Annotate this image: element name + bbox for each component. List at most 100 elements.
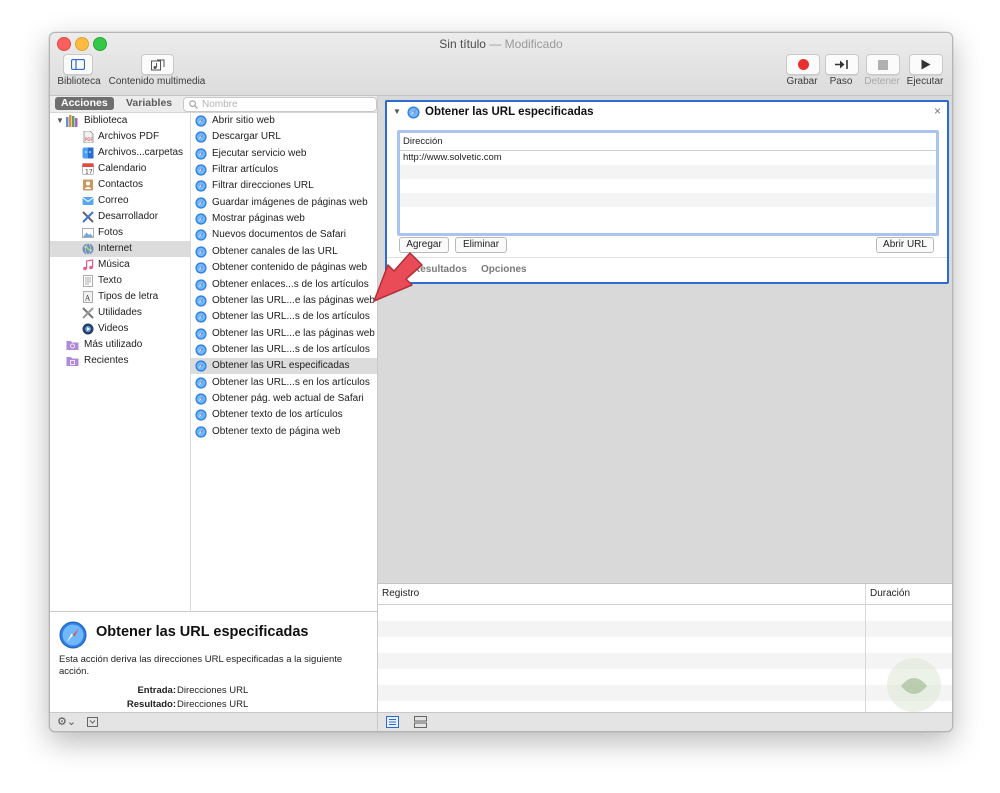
action-item[interactable]: Obtener las URL...s en los artículos	[191, 375, 377, 391]
category-item[interactable]: ▼ Biblioteca	[50, 113, 190, 129]
description-toggle-icon[interactable]	[87, 717, 98, 727]
record-button[interactable]	[786, 54, 820, 75]
record-icon	[797, 59, 809, 70]
category-label: Recientes	[84, 355, 129, 366]
safari-icon	[195, 295, 207, 307]
category-label: Archivos PDF	[98, 131, 160, 142]
safari-icon	[195, 262, 207, 274]
search-input[interactable]: Nombre	[183, 97, 377, 112]
utilities-icon	[82, 307, 94, 319]
close-icon[interactable]: ×	[934, 104, 941, 118]
action-item-label: Nuevos documentos de Safari	[212, 229, 346, 241]
input-type-label: Entrada:	[137, 685, 176, 696]
action-item[interactable]: Filtrar artículos	[191, 162, 377, 178]
tab-options[interactable]: Opciones	[481, 264, 527, 275]
url-table[interactable]: Dirección http://www.solvetic.com	[397, 130, 939, 236]
category-item[interactable]: Texto	[50, 273, 190, 289]
category-item-internet[interactable]: Internet	[50, 241, 190, 257]
category-label: Internet	[98, 243, 132, 254]
media-button[interactable]	[141, 54, 174, 75]
step-button[interactable]	[825, 54, 859, 75]
action-card[interactable]: ▼ Obtener las URL especificadas × Direcc…	[385, 100, 949, 284]
action-item[interactable]: Obtener las URL especificadas	[191, 358, 377, 375]
category-item[interactable]: Correo	[50, 193, 190, 209]
remove-button[interactable]: Eliminar	[455, 237, 507, 253]
category-item[interactable]: Recientes	[50, 353, 190, 369]
collapse-triangle-icon[interactable]: ▼	[393, 107, 401, 116]
gear-icon[interactable]: ⚙⌄	[57, 715, 76, 728]
safari-icon	[195, 131, 207, 143]
action-item[interactable]: Obtener las URL...e las páginas web	[191, 326, 377, 342]
table-row[interactable]	[400, 165, 936, 179]
library-toggle-button[interactable]	[63, 54, 93, 75]
safari-icon	[59, 621, 87, 649]
category-item[interactable]: Utilidades	[50, 305, 190, 321]
category-item[interactable]: Archivos...carpetas	[50, 145, 190, 161]
action-item[interactable]: Guardar imágenes de páginas web	[191, 195, 377, 211]
action-item[interactable]: Descargar URL	[191, 129, 377, 145]
action-item[interactable]: Obtener las URL...s de los artículos	[191, 309, 377, 325]
action-item[interactable]: Obtener texto de los artículos	[191, 407, 377, 423]
split-view-icon[interactable]	[414, 716, 427, 728]
category-item[interactable]: A Tipos de letra	[50, 289, 190, 305]
log-column-header[interactable]: Registro	[382, 584, 419, 604]
window-title: Sin título — Modificado	[50, 37, 952, 51]
run-button[interactable]	[909, 54, 943, 75]
table-row[interactable]	[400, 207, 936, 221]
action-item[interactable]: Abrir sitio web	[191, 113, 377, 129]
play-icon	[921, 59, 931, 70]
pointer-arrow-icon	[373, 252, 423, 302]
svg-text:PDF: PDF	[85, 137, 93, 142]
document-name: Sin título	[439, 37, 486, 51]
folder-icon	[66, 339, 79, 351]
video-icon	[82, 323, 94, 335]
category-item[interactable]: 17 Calendario	[50, 161, 190, 177]
action-item[interactable]: Ejecutar servicio web	[191, 146, 377, 162]
action-item[interactable]: Obtener canales de las URL	[191, 244, 377, 260]
photos-icon	[82, 227, 94, 239]
category-item[interactable]: Fotos	[50, 225, 190, 241]
action-item[interactable]: Filtrar direcciones URL	[191, 178, 377, 194]
action-item[interactable]: Obtener contenido de páginas web	[191, 260, 377, 276]
table-row[interactable]	[400, 193, 936, 207]
action-item[interactable]: Obtener enlaces...s de los artículos	[191, 277, 377, 293]
category-item[interactable]: PDF Archivos PDF	[50, 129, 190, 145]
duration-column-header[interactable]: Duración	[870, 584, 910, 604]
action-item-label: Obtener las URL...s de los artículos	[212, 311, 370, 323]
output-type-value: Direcciones URL	[177, 699, 249, 710]
record-label: Grabar	[786, 76, 818, 87]
disclosure-triangle-icon[interactable]: ▼	[56, 113, 64, 129]
category-list: ▼ Biblioteca PDF Archivos PDF Archivos..…	[50, 113, 191, 611]
category-label: Tipos de letra	[98, 291, 159, 302]
action-item-label: Mostrar páginas web	[212, 213, 305, 225]
stop-icon	[878, 59, 888, 70]
log-column-divider[interactable]	[865, 584, 866, 713]
table-row[interactable]: http://www.solvetic.com	[400, 151, 936, 165]
action-item-label: Ejecutar servicio web	[212, 147, 307, 159]
category-item[interactable]: Música	[50, 257, 190, 273]
open-url-button[interactable]: Abrir URL	[876, 237, 934, 253]
action-item[interactable]: Obtener texto de página web	[191, 424, 377, 440]
category-item[interactable]: Desarrollador	[50, 209, 190, 225]
stop-button[interactable]	[866, 54, 900, 75]
tab-actions[interactable]: Acciones	[55, 97, 114, 110]
action-item[interactable]: Nuevos documentos de Safari	[191, 227, 377, 243]
list-view-icon[interactable]	[386, 716, 399, 728]
table-row[interactable]	[400, 179, 936, 193]
url-table-header[interactable]: Dirección	[400, 133, 936, 151]
action-item-label: Guardar imágenes de páginas web	[212, 196, 368, 208]
category-label: Más utilizado	[84, 339, 143, 350]
action-item-label: Descargar URL	[212, 131, 281, 143]
action-item[interactable]: Obtener las URL...e las páginas web	[191, 293, 377, 309]
action-item[interactable]: Obtener las URL...s de los artículos	[191, 342, 377, 358]
action-item-label: Obtener pág. web actual de Safari	[212, 392, 364, 404]
safari-icon	[195, 115, 207, 127]
library-bottom-bar: ⚙⌄	[50, 712, 378, 731]
tab-variables[interactable]: Variables	[120, 97, 178, 110]
action-item[interactable]: Obtener pág. web actual de Safari	[191, 391, 377, 407]
category-item[interactable]: Más utilizado	[50, 337, 190, 353]
category-item[interactable]: Videos	[50, 321, 190, 337]
action-item[interactable]: Mostrar páginas web	[191, 211, 377, 227]
category-item[interactable]: Contactos	[50, 177, 190, 193]
safari-icon	[195, 360, 207, 372]
